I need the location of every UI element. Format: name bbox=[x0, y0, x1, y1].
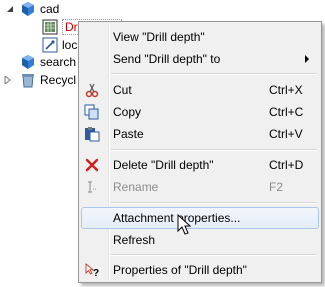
menu-item-label: View "Drill depth" bbox=[113, 30, 205, 44]
menu-separator bbox=[111, 73, 317, 75]
document-icon bbox=[42, 19, 58, 35]
scissors-icon bbox=[84, 82, 100, 98]
menu-item-refresh[interactable]: Refresh bbox=[81, 229, 319, 251]
rename-icon bbox=[84, 179, 100, 195]
shortcut-label: F2 bbox=[269, 180, 284, 194]
svg-text:?: ? bbox=[93, 268, 99, 278]
search-document-icon bbox=[42, 37, 58, 53]
menu-item-copy[interactable]: Copy Ctrl+C bbox=[81, 101, 319, 123]
menu-item-attachment-properties[interactable]: Attachment properties... bbox=[81, 207, 319, 229]
menu-separator bbox=[111, 202, 317, 204]
menu-item-delete[interactable]: Delete "Drill depth" Ctrl+D bbox=[81, 154, 319, 176]
tree-item-recycle[interactable]: Recycl bbox=[4, 71, 76, 89]
mouse-pointer-icon bbox=[177, 214, 191, 235]
menu-item-label: Delete "Drill depth" bbox=[113, 158, 214, 172]
tree-item-label: cad bbox=[40, 2, 60, 16]
menu-separator bbox=[111, 254, 317, 256]
menu-item-label: Copy bbox=[113, 105, 142, 119]
menu-item-label: Cut bbox=[113, 83, 132, 97]
shortcut-label: Ctrl+C bbox=[269, 105, 304, 119]
tree-item-label: Recycl bbox=[40, 73, 77, 87]
context-menu: View "Drill depth" Send "Drill depth" to… bbox=[78, 21, 322, 283]
shortcut-label: Ctrl+V bbox=[269, 127, 303, 141]
menu-item-paste[interactable]: Paste Ctrl+V bbox=[81, 123, 319, 145]
menu-item-properties[interactable]: ? Properties of "Drill depth" bbox=[81, 259, 319, 281]
menu-item-label: Send "Drill depth" to bbox=[113, 52, 221, 66]
properties-help-icon: ? bbox=[84, 262, 100, 278]
menu-item-label: Refresh bbox=[113, 233, 156, 247]
delete-x-icon bbox=[84, 157, 100, 173]
submenu-arrow-icon bbox=[305, 55, 309, 63]
menu-item-label: Paste bbox=[113, 127, 144, 141]
menu-item-cut[interactable]: Cut Ctrl+X bbox=[81, 79, 319, 101]
paste-icon bbox=[84, 126, 100, 142]
menu-item-view[interactable]: View "Drill depth" bbox=[81, 26, 319, 48]
shortcut-label: Ctrl+X bbox=[269, 83, 303, 97]
tree-item-loc[interactable]: loc bbox=[42, 36, 77, 54]
cube-icon bbox=[22, 55, 34, 69]
tree-item-search[interactable]: search bbox=[20, 53, 76, 71]
tree-item-label: search bbox=[40, 55, 77, 69]
tree-item-label: loc bbox=[62, 38, 78, 52]
collapse-arrow-icon[interactable] bbox=[6, 5, 14, 13]
menu-item-label: Properties of "Drill depth" bbox=[113, 263, 247, 277]
menu-separator bbox=[111, 149, 317, 151]
copy-icon bbox=[84, 104, 100, 120]
menu-item-send-to[interactable]: Send "Drill depth" to bbox=[81, 48, 319, 70]
shortcut-label: Ctrl+D bbox=[269, 158, 304, 172]
menu-item-label: Rename bbox=[113, 180, 159, 194]
tree-item-cad[interactable]: cad bbox=[6, 0, 59, 18]
expand-arrow-icon[interactable] bbox=[4, 76, 12, 84]
cube-icon bbox=[22, 2, 34, 16]
menu-item-rename[interactable]: Rename F2 bbox=[81, 176, 319, 198]
recycle-bin-icon bbox=[22, 74, 34, 88]
